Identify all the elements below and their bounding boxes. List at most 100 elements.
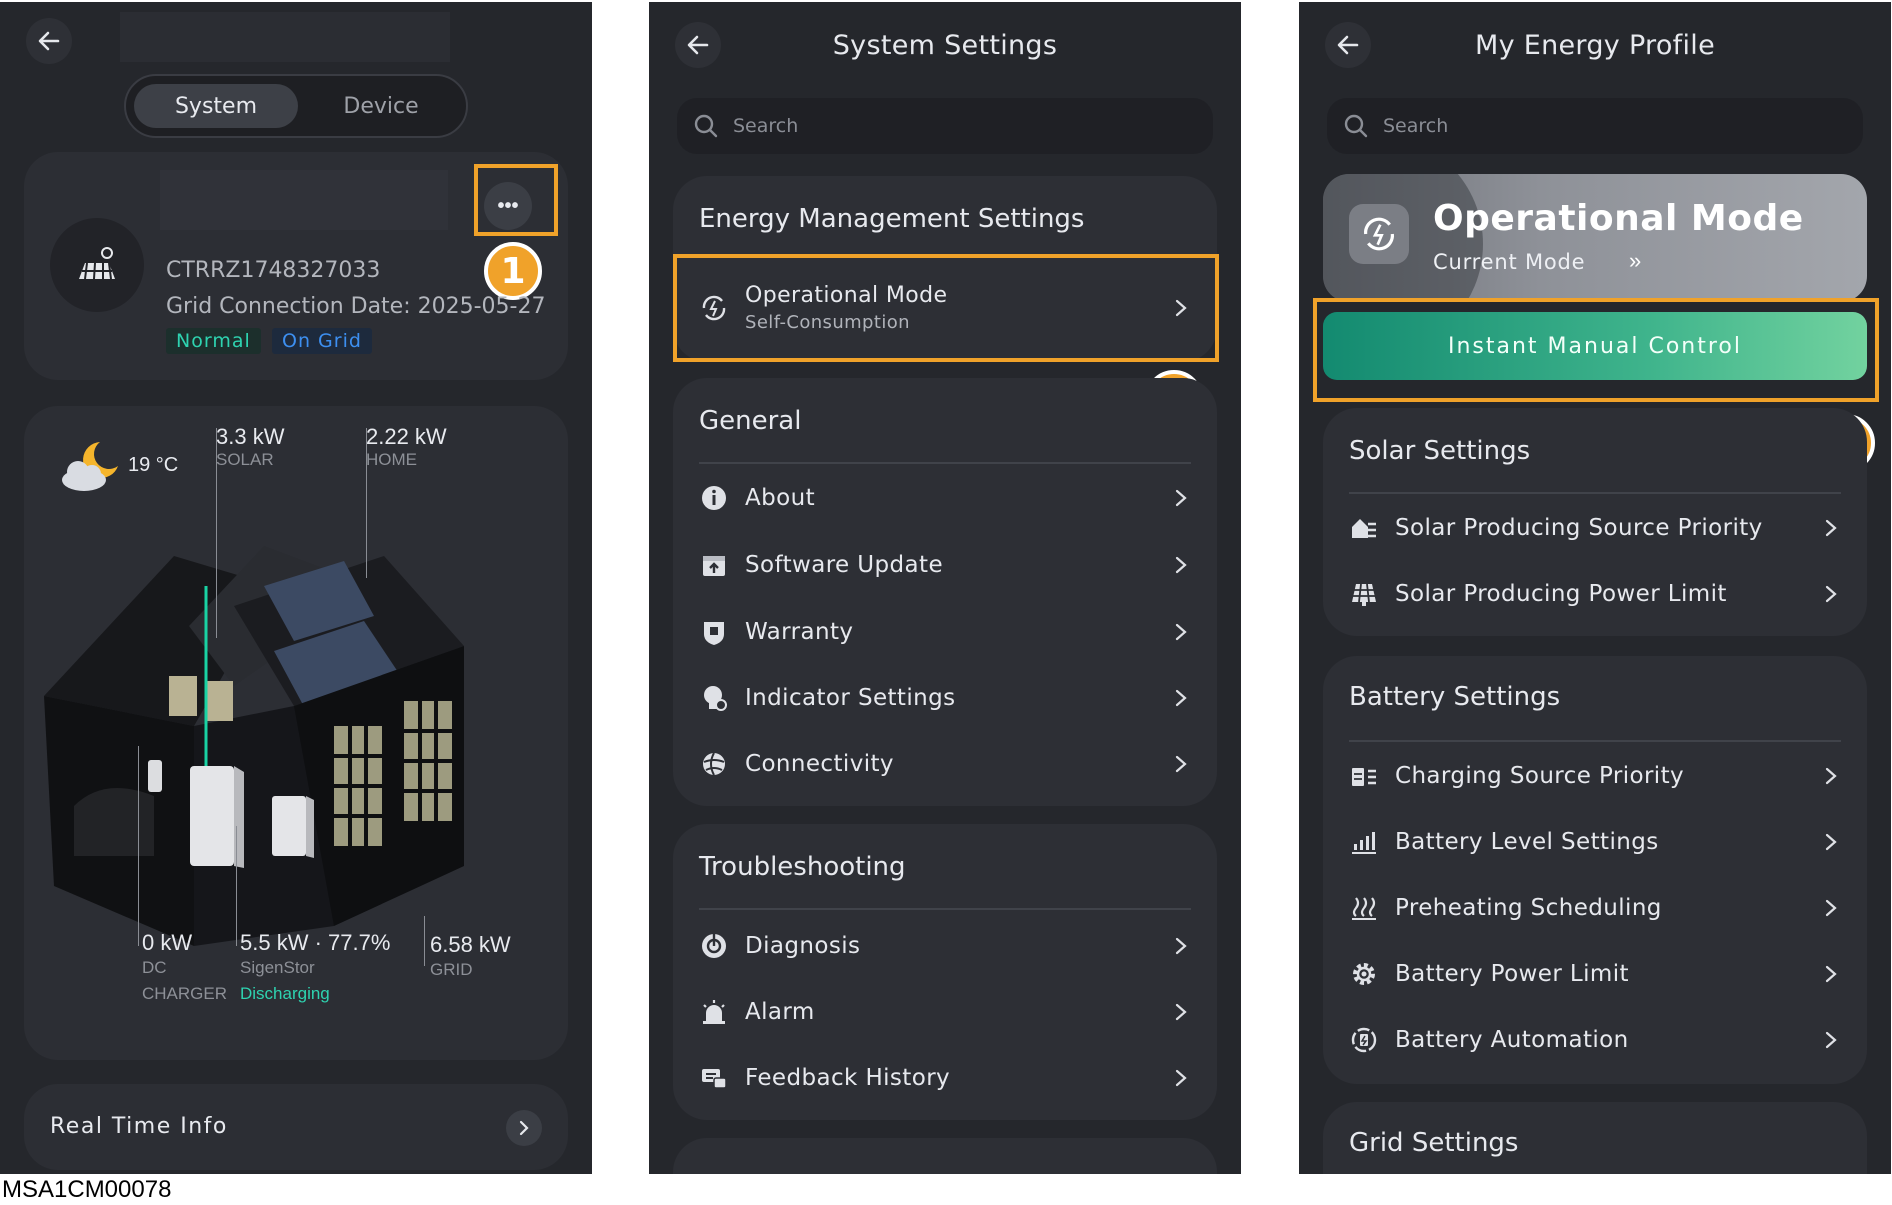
settings-item-battery-power-limit[interactable]: Battery Power Limit [1349,946,1841,1002]
indicator-settings-label: Indicator Settings [745,685,956,711]
battery-status: Discharging [240,984,330,1003]
battery-settings-card: Battery Settings Charging Source Priorit… [1323,656,1867,1084]
settings-item-solar-source-priority[interactable]: Solar Producing Source Priority [1349,500,1841,556]
grid-settings-title: Grid Settings [1349,1128,1519,1158]
chevron-right-icon [1171,752,1191,776]
energy-flow-card: 19 °C 3.3 kW SOLAR 2.22 kW HOME 0 kW DC … [24,406,568,1060]
heat-icon [1349,893,1379,923]
operational-mode-card[interactable]: Operational Mode Current Mode » [1323,174,1867,302]
feedback-history-label: Feedback History [745,1065,951,1091]
settings-item-indicator-settings[interactable]: Indicator Settings [699,670,1191,726]
grid-leader-line [424,916,425,966]
operational-mode-row[interactable]: Operational Mode Self-Consumption [699,276,1191,340]
general-card: General About Software Update Warranty I… [673,378,1217,806]
device-serial: CTRRZ1748327033 [166,258,381,283]
battery-settings-title: Battery Settings [1349,682,1561,712]
feedback-icon [699,1063,729,1093]
home-label: HOME [366,450,417,469]
chevron-right-icon [1171,296,1191,320]
real-time-info-button[interactable] [506,1110,542,1146]
real-time-info-label: Real Time Info [50,1114,228,1139]
solar-settings-card: Solar Settings Solar Producing Source Pr… [1323,408,1867,636]
charger-label: CHARGER [142,984,228,1003]
solar-settings-title: Solar Settings [1349,436,1531,466]
divider [699,908,1191,910]
solar-label: SOLAR [216,450,274,469]
chevron-right-icon [1821,516,1841,540]
chevron-right-icon [1171,620,1191,644]
divider [1349,492,1841,494]
settings-item-charging-source-priority[interactable]: Charging Source Priority [1349,748,1841,804]
upload-box-icon [699,550,729,580]
troubleshooting-card: Troubleshooting Diagnosis Alarm Feedback… [673,824,1217,1120]
divider [699,462,1191,464]
automation-icon [1349,1025,1379,1055]
charger-leader-line [138,746,139,946]
house-priority-icon [1349,513,1379,543]
settings-item-battery-level[interactable]: Battery Level Settings [1349,814,1841,870]
device-name-redacted [160,170,448,230]
globe-icon [699,749,729,779]
software-update-label: Software Update [745,552,943,578]
charging-source-priority-label: Charging Source Priority [1395,763,1685,789]
alarm-label: Alarm [745,999,815,1025]
battery-automation-label: Battery Automation [1395,1027,1629,1053]
chevron-right-icon [1171,553,1191,577]
back-button[interactable] [26,18,72,64]
divider [1349,740,1841,742]
weather-temp: 19 °C [128,454,179,476]
system-overview-panel: System Device ••• 1 CTRRZ1748327033 Grid… [0,2,592,1174]
diagnosis-icon [699,931,729,961]
settings-item-battery-automation[interactable]: Battery Automation [1349,1012,1841,1068]
settings-item-preheating-scheduling[interactable]: Preheating Scheduling [1349,880,1841,936]
settings-item-software-update[interactable]: Software Update [699,537,1191,593]
settings-item-diagnosis[interactable]: Diagnosis [699,918,1191,974]
search-placeholder: Search [1383,115,1449,137]
grid-settings-card: Grid Settings [1323,1102,1867,1174]
bulb-icon [699,683,729,713]
operational-mode-value: Self-Consumption [745,312,910,333]
search-input[interactable]: Search [677,98,1213,154]
next-section-card [673,1138,1217,1174]
system-device-toggle: System Device [124,74,468,138]
chevron-right-icon [1821,896,1841,920]
tab-device[interactable]: Device [306,84,456,128]
chevron-right-icon [1171,1066,1191,1090]
real-time-info-card[interactable]: Real Time Info [24,1084,568,1170]
arrow-left-icon [38,31,60,51]
chevron-right-icon [1821,582,1841,606]
grid-label: GRID [430,960,473,979]
search-input[interactable]: Search [1327,98,1863,154]
general-title: General [699,406,802,436]
energy-profile-panel: My Energy Profile Search Operational Mod… [1299,2,1891,1174]
battery-power-value: 5.5 kW · 77.7% [240,930,391,955]
connectivity-label: Connectivity [745,751,894,777]
chevron-right-icon [1821,1028,1841,1052]
settings-item-warranty[interactable]: Warranty [699,604,1191,660]
settings-item-connectivity[interactable]: Connectivity [699,736,1191,792]
chevron-right-icon [1821,962,1841,986]
tab-system[interactable]: System [134,84,298,128]
troubleshooting-title: Troubleshooting [699,852,906,882]
chevron-right-icon [1821,764,1841,788]
settings-item-feedback-history[interactable]: Feedback History [699,1050,1191,1106]
chevron-right-icon [1171,686,1191,710]
settings-item-about[interactable]: About [699,470,1191,526]
chevron-right-icon [1171,486,1191,510]
solar-power-value: 3.3 kW [216,424,285,449]
settings-item-alarm[interactable]: Alarm [699,984,1191,1040]
battery-label: SigenStor [240,958,315,977]
search-icon [1344,114,1368,138]
gear-icon [1349,959,1379,989]
chevron-right-icon [1821,830,1841,854]
ellipsis-icon: ••• [497,194,519,217]
battery-power-limit-label: Battery Power Limit [1395,961,1629,987]
more-options-button[interactable]: ••• [484,182,532,230]
solar-power-limit-label: Solar Producing Power Limit [1395,581,1727,607]
chevron-right-icon [1171,934,1191,958]
charger-label-dc: DC [142,958,167,977]
diagnosis-label: Diagnosis [745,933,861,959]
instant-manual-control-button[interactable]: Instant Manual Control [1323,312,1867,380]
settings-item-solar-power-limit[interactable]: Solar Producing Power Limit [1349,566,1841,622]
operational-mode-label: Operational Mode [745,283,948,308]
